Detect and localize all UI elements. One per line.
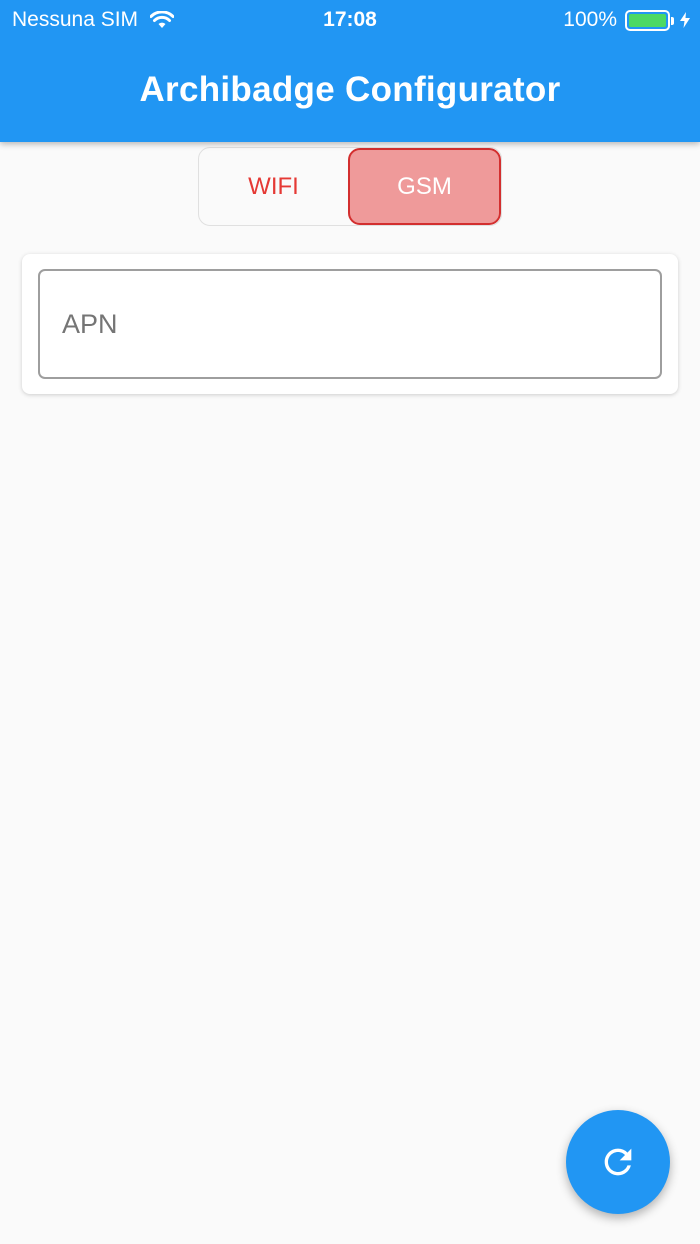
connection-mode-toggle: WIFI GSM <box>198 147 502 226</box>
status-bar: Nessuna SIM 17:08 100% <box>0 0 700 40</box>
refresh-button[interactable] <box>566 1110 670 1214</box>
wifi-option[interactable]: WIFI <box>199 148 348 225</box>
gsm-option[interactable]: GSM <box>348 148 501 225</box>
page-title: Archibadge Configurator <box>139 70 561 109</box>
app-bar: Nessuna SIM 17:08 100% Archibadge Config… <box>0 0 700 142</box>
battery-fill <box>629 13 666 27</box>
battery-percent: 100% <box>563 8 617 31</box>
apn-input[interactable] <box>40 271 660 377</box>
battery-icon <box>625 9 674 31</box>
charging-bolt-icon <box>680 12 690 28</box>
status-right: 100% <box>563 8 690 32</box>
refresh-icon <box>604 1148 632 1176</box>
battery-cap <box>671 16 674 25</box>
gsm-settings-card <box>22 254 678 394</box>
apn-field <box>38 269 662 379</box>
